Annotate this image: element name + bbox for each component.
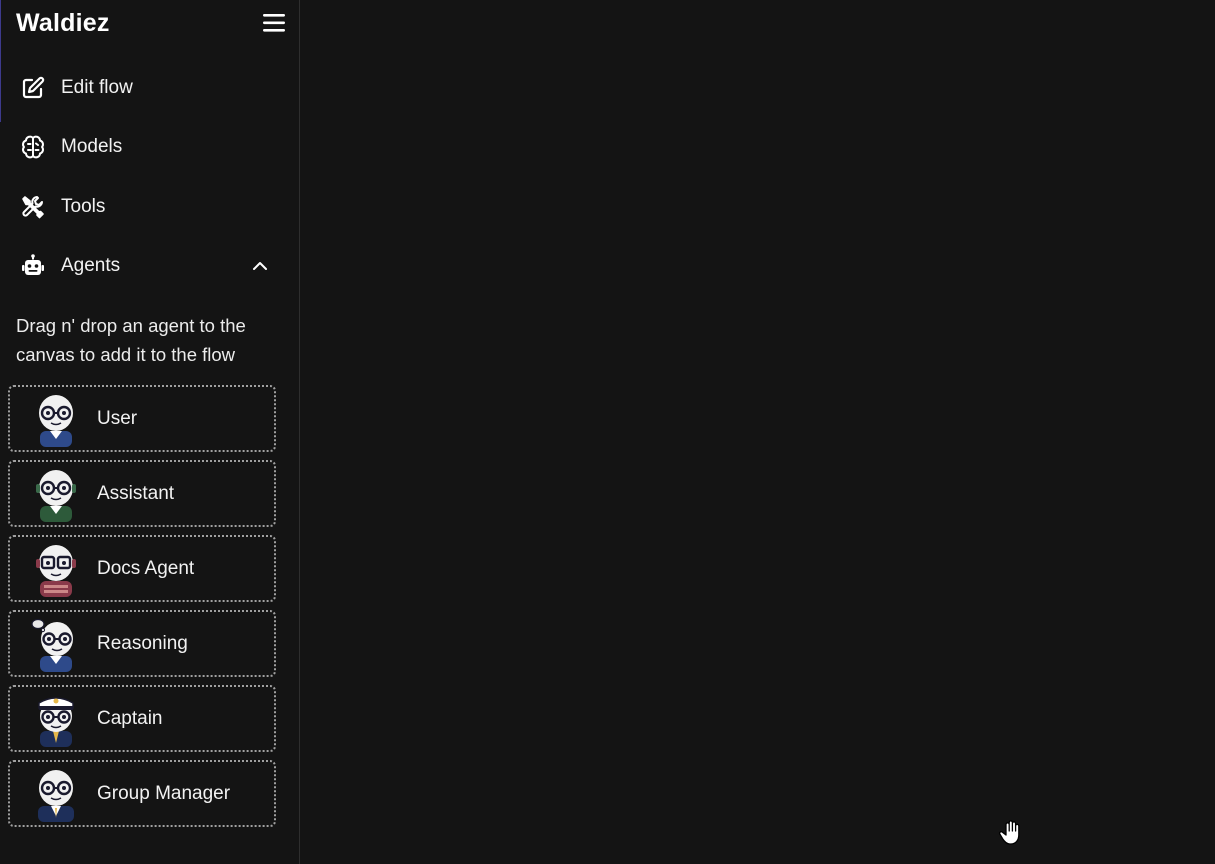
sidebar-header: Waldiez bbox=[0, 0, 299, 48]
sidebar-item-agents[interactable]: Agents bbox=[16, 244, 284, 288]
flow-canvas[interactable] bbox=[300, 0, 1215, 864]
agent-label: Group Manager bbox=[97, 782, 231, 804]
group-manager-agent-avatar bbox=[38, 769, 74, 822]
agent-card-group-manager[interactable]: Group Manager bbox=[8, 760, 276, 827]
agents-help-text: Drag n' drop an agent to the canvas to a… bbox=[16, 315, 246, 365]
agent-card-captain[interactable]: Captain bbox=[8, 685, 276, 752]
reasoning-agent-avatar bbox=[31, 618, 73, 672]
agent-label: Docs Agent bbox=[97, 557, 195, 579]
edit-icon bbox=[16, 71, 50, 105]
agent-label: Captain bbox=[97, 707, 163, 729]
brain-icon bbox=[16, 130, 50, 164]
agent-label: Reasoning bbox=[97, 632, 188, 654]
user-agent-avatar bbox=[39, 394, 73, 447]
agent-card-user[interactable]: User bbox=[8, 385, 276, 452]
sidebar-item-models[interactable]: Models bbox=[16, 125, 284, 169]
sidebar: Waldiez Edit flow Models Tools Agents Dr… bbox=[0, 0, 300, 864]
tools-icon bbox=[16, 190, 50, 224]
agent-card-docs-agent[interactable]: Docs Agent bbox=[8, 535, 276, 602]
agent-card-reasoning[interactable]: Reasoning bbox=[8, 610, 276, 677]
sidebar-item-label: Models bbox=[61, 136, 123, 157]
grab-hand-cursor-icon bbox=[999, 820, 1020, 845]
agent-card-assistant[interactable]: Assistant bbox=[8, 460, 276, 527]
sidebar-item-label: Tools bbox=[61, 196, 106, 217]
captain-agent-avatar bbox=[38, 696, 74, 747]
agent-label: Assistant bbox=[97, 482, 175, 504]
sidebar-item-label: Edit flow bbox=[61, 77, 133, 98]
chevron-up-icon[interactable] bbox=[250, 256, 270, 276]
docs-agent-avatar bbox=[36, 544, 76, 597]
hamburger-menu-icon[interactable] bbox=[262, 12, 286, 34]
assistant-agent-avatar bbox=[36, 469, 76, 522]
app-logo: Waldiez bbox=[16, 9, 110, 37]
sidebar-item-edit-flow[interactable]: Edit flow bbox=[16, 66, 284, 110]
robot-icon bbox=[16, 249, 50, 283]
agent-label: User bbox=[97, 407, 138, 429]
sidebar-item-label: Agents bbox=[61, 255, 121, 276]
sidebar-item-tools[interactable]: Tools bbox=[16, 185, 284, 229]
app-window: Waldiez Edit flow Models Tools Agents Dr… bbox=[0, 0, 1215, 864]
